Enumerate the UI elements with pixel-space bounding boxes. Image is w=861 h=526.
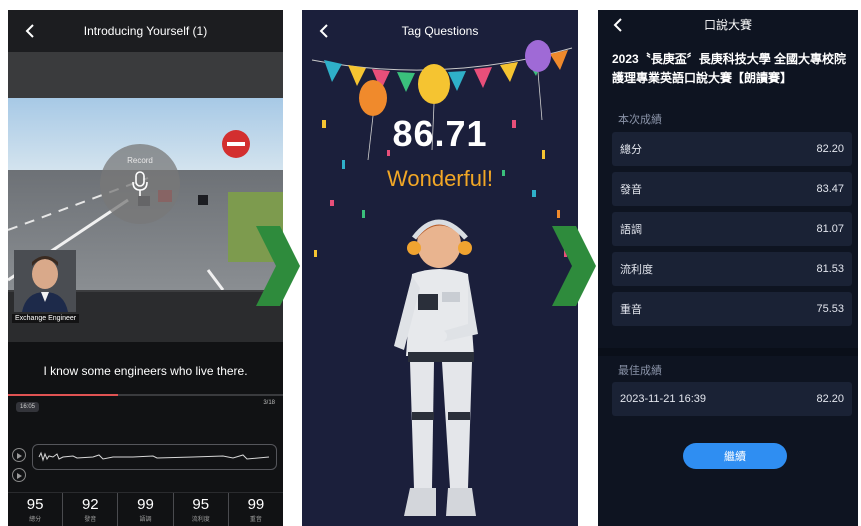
best-score-heading: 最佳成績 [618,365,662,377]
back-arrow-icon[interactable] [316,22,334,40]
speaker-avatar [14,250,76,312]
praise-message: Wonderful! [387,166,493,191]
screenshot-stage: Introducing Yourself (1) Record Exchange… [0,0,861,526]
top-bar: Introducing Yourself (1) [8,10,283,52]
time-badge: 16:05 [16,402,40,412]
final-score: 86.71 [392,113,488,154]
score-intonation: 99 語調 [118,493,174,526]
flow-arrow-icon [552,226,596,306]
astronaut-character [394,219,478,516]
score-row-intonation: 語調 81.07 [612,212,852,246]
page-title: 口說大賽 [703,17,752,32]
score-row-pronunciation: 發音 83.47 [612,172,852,206]
page-title: Tag Questions [401,24,479,38]
waveform [32,444,277,470]
play-original-icon[interactable] [12,448,26,462]
contest-title: 2023〝長庚盃〞長庚科技大學 全國大專校院 護理專業英語口說大賽【朗讀賽】 [612,52,847,85]
video-scene: Record Exchange Engineer [8,52,283,342]
speaking-practice-screen: Introducing Yourself (1) Record Exchange… [8,10,283,526]
page-title: Introducing Yourself (1) [83,24,208,38]
score-celebration-screen: Tag Questions 86.71 Wonderful! [302,10,578,526]
sentence-subtitle: I know some engineers who live there. [43,364,248,378]
score-row-stress: 重音 75.53 [612,292,852,326]
flow-arrow-icon [256,226,300,306]
best-score-row: 2023-11-21 16:39 82.20 [612,382,852,416]
score-stress: 99 重音 [247,496,265,523]
section-divider [598,348,858,356]
progress-bar [8,394,283,396]
contest-results-screen: 口說大賽 2023〝長庚盃〞長庚科技大學 全國大專校院 護理專業英語口說大賽【朗… [598,10,858,526]
score-total: 95 總分 [8,493,64,526]
current-score-heading: 本次成績 [618,114,662,126]
sentence-counter: 3/18 [263,400,275,406]
back-arrow-icon[interactable] [22,22,40,40]
record-button[interactable]: Record [100,144,180,224]
speaker-tag: Exchange Engineer [12,314,80,323]
continue-button[interactable]: 繼續 [683,443,787,469]
microphone-icon [132,171,148,196]
play-recording-icon[interactable] [12,468,26,482]
no-entry-sign-icon [222,130,250,158]
top-bar: 口說大賽 [598,10,858,38]
back-arrow-icon[interactable] [610,16,628,34]
top-bar: Tag Questions [302,10,578,52]
score-row-fluency: 流利度 81.53 [612,252,852,286]
progress-fill [8,394,118,396]
score-row-total: 總分 82.20 [612,132,852,166]
score-pronunciation: 92 發音 [63,493,119,526]
score-fluency: 95 流利度 [174,493,229,526]
score-strip: 95 總分 92 發音 99 語調 95 流利度 99 重音 [8,492,283,526]
